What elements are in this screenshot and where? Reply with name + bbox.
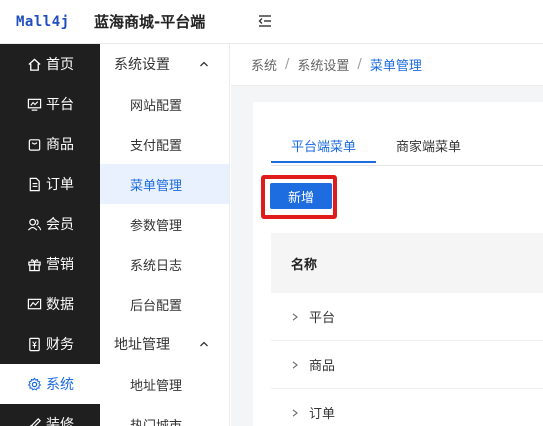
sidebar-item-system[interactable]: 系统 <box>0 364 100 404</box>
submenu-item-address-management[interactable]: 地址管理 <box>100 364 229 404</box>
sidebar-item-platform[interactable]: 平台 <box>0 84 100 124</box>
submenu-group-address-management[interactable]: 地址管理 <box>100 324 229 364</box>
sidebar-item-label: 首页 <box>46 57 74 73</box>
submenu-item-menu-management[interactable]: 菜单管理 <box>100 164 229 204</box>
sidebar-item-finance[interactable]: 财务 <box>0 324 100 364</box>
add-button[interactable]: 新增 <box>270 183 332 209</box>
content-card: 平台端菜单 商家端菜单 新增 名称 平台 商品 订单 <box>253 102 543 426</box>
tab-merchant-menu[interactable]: 商家端菜单 <box>376 136 481 166</box>
sidebar-item-marketing[interactable]: 营销 <box>0 244 100 284</box>
breadcrumb-separator: / <box>285 57 290 72</box>
submenu-item-backend-config[interactable]: 后台配置 <box>100 284 229 324</box>
finance-icon <box>29 337 40 351</box>
chart-icon <box>27 298 42 309</box>
sidebar-item-orders[interactable]: 订单 <box>0 164 100 204</box>
row-name: 平台 <box>309 311 336 326</box>
tab-platform-menu[interactable]: 平台端菜单 <box>271 136 377 166</box>
app-title: 蓝海商城-平台端 <box>94 13 206 31</box>
menu-table: 名称 平台 商品 订单 <box>271 233 543 426</box>
tab-divider <box>271 165 543 166</box>
gear-icon <box>27 377 42 391</box>
sidebar-item-label: 系统 <box>46 377 74 393</box>
sidebar-item-label: 平台 <box>46 97 74 113</box>
breadcrumb-separator: / <box>357 57 362 72</box>
chevron-up-icon <box>200 341 208 347</box>
logo-text: Mall4j <box>16 14 70 30</box>
breadcrumb-item[interactable]: 系统设置 <box>297 55 349 74</box>
sidebar-item-home[interactable]: 首页 <box>0 44 100 84</box>
row-name: 订单 <box>309 407 336 422</box>
submenu-item-system-log[interactable]: 系统日志 <box>100 244 229 284</box>
sidebar-item-goods[interactable]: 商品 <box>0 124 100 164</box>
submenu-group-label: 系统设置 <box>114 57 170 73</box>
breadcrumb: 系统 / 系统设置 / 菜单管理 <box>231 44 543 86</box>
top-header: Mall4j 蓝海商城-平台端 <box>0 0 543 44</box>
sidebar-item-members[interactable]: 会员 <box>0 204 100 244</box>
document-icon <box>29 177 40 191</box>
main-content: 系统 / 系统设置 / 菜单管理 平台端菜单 商家端菜单 新增 名称 平台 商品 <box>231 44 543 426</box>
secondary-sidebar: 系统设置 网站配置 支付配置 菜单管理 参数管理 系统日志 后台配置 地址管理 … <box>100 44 230 426</box>
chevron-right-icon[interactable] <box>291 360 299 369</box>
chevron-right-icon[interactable] <box>291 408 299 417</box>
sidebar-item-label: 营销 <box>46 257 74 273</box>
shopping-bag-icon <box>28 138 41 151</box>
submenu-item-payment-config[interactable]: 支付配置 <box>100 124 229 164</box>
breadcrumb-item[interactable]: 系统 <box>251 55 277 74</box>
submenu-item-hot-cities[interactable]: 热门城市 <box>100 404 229 426</box>
breadcrumb-current: 菜单管理 <box>369 59 422 74</box>
table-row[interactable]: 平台 <box>271 293 543 341</box>
submenu-item-parameter-management[interactable]: 参数管理 <box>100 204 229 244</box>
sidebar-item-label: 财务 <box>46 337 74 353</box>
sidebar-item-data[interactable]: 数据 <box>0 284 100 324</box>
menu-fold-icon[interactable] <box>256 12 274 30</box>
row-name: 商品 <box>309 359 336 374</box>
gift-icon <box>28 258 41 271</box>
submenu-item-site-config[interactable]: 网站配置 <box>100 84 229 124</box>
sidebar-item-decoration[interactable]: 装修 <box>0 404 100 426</box>
table-header: 名称 <box>271 233 543 293</box>
sidebar-item-label: 会员 <box>46 217 74 233</box>
chevron-up-icon <box>200 61 208 67</box>
sidebar-item-label: 订单 <box>46 177 74 193</box>
sidebar-item-label: 商品 <box>46 137 74 153</box>
column-header-name: 名称 <box>291 257 318 273</box>
submenu-group-label: 地址管理 <box>114 337 170 353</box>
monitor-icon <box>27 98 42 111</box>
sidebar-item-label: 装修 <box>46 417 74 426</box>
logo[interactable]: Mall4j <box>16 9 70 35</box>
submenu-group-system-settings[interactable]: 系统设置 <box>100 44 229 84</box>
sidebar-item-label: 数据 <box>46 297 74 313</box>
tab-bar: 平台端菜单 商家端菜单 <box>271 136 481 166</box>
users-icon <box>27 218 42 231</box>
brush-icon <box>29 417 41 426</box>
primary-sidebar: 首页 平台 商品 订单 会员 营销 数据 财务 系统 装修 <box>0 44 100 426</box>
table-row[interactable]: 订单 <box>271 389 543 426</box>
table-row[interactable]: 商品 <box>271 341 543 389</box>
home-icon <box>28 57 41 71</box>
chevron-right-icon[interactable] <box>291 312 299 321</box>
